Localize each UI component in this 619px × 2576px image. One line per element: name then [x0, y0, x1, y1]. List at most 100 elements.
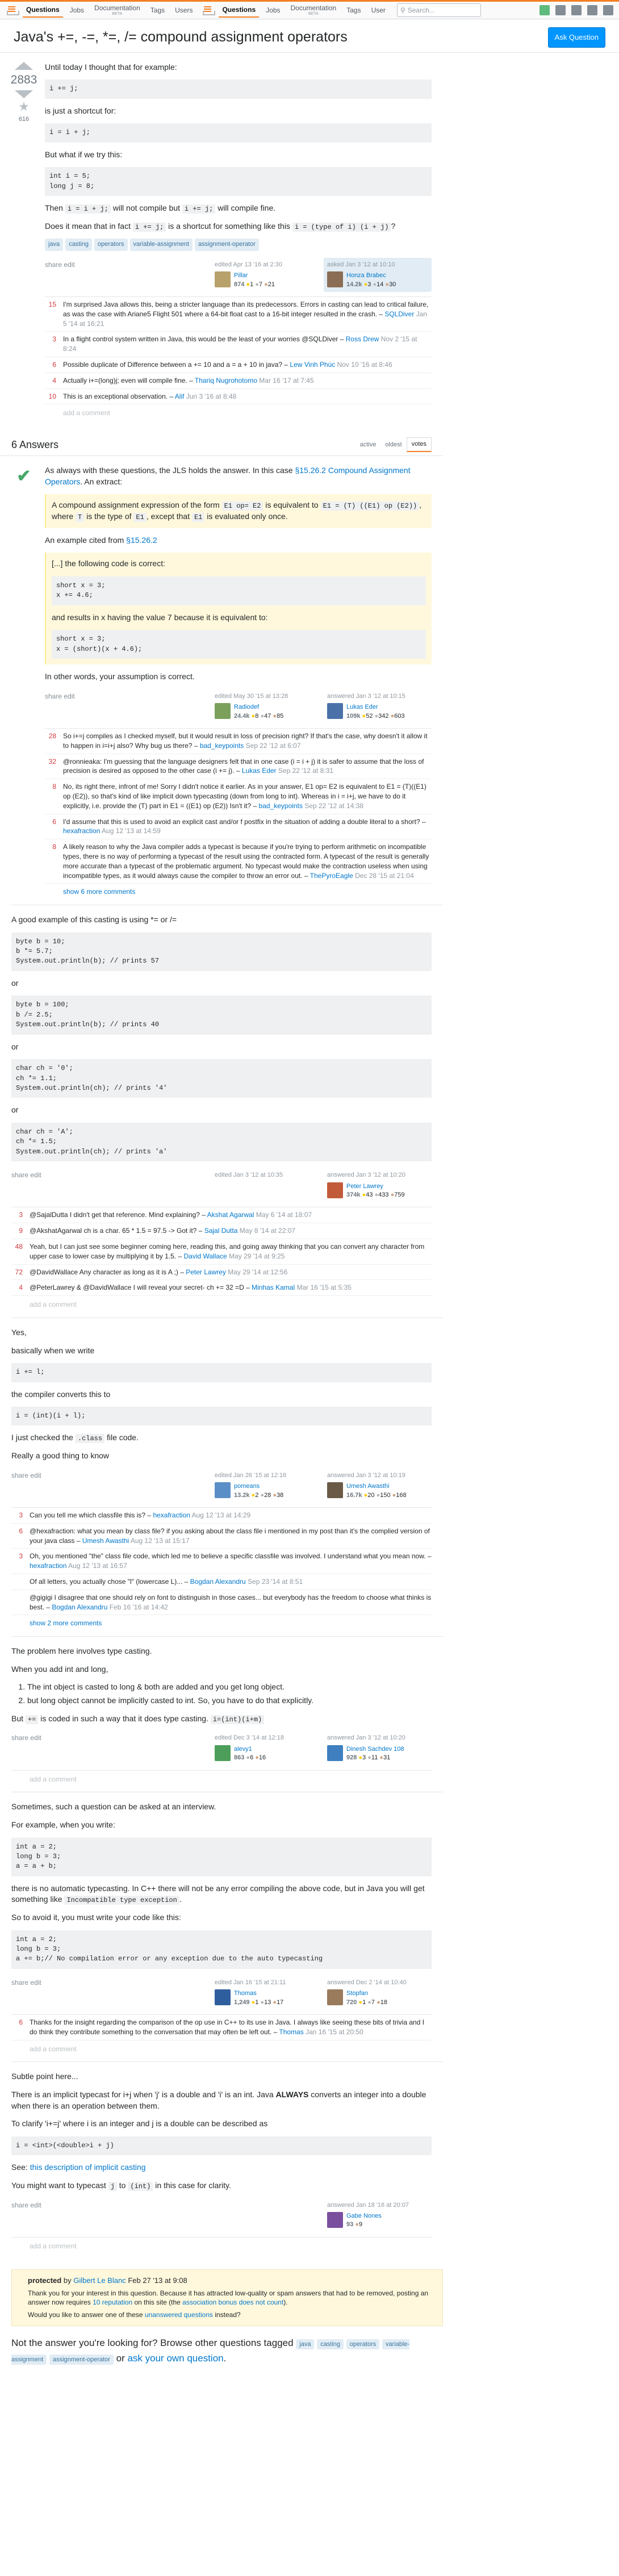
post-menu[interactable]: share edit: [45, 689, 207, 701]
comment-user[interactable]: bad_keypoints: [259, 802, 303, 810]
tag-operators[interactable]: operators: [346, 2339, 380, 2349]
nav-jobs-duplicate[interactable]: Jobs: [262, 3, 283, 17]
user-name[interactable]: alevy1: [234, 1745, 266, 1754]
downvote-icon[interactable]: [15, 90, 33, 98]
post-menu[interactable]: share edit: [11, 1168, 207, 1180]
user-name[interactable]: Pillar: [234, 271, 275, 280]
avatar[interactable]: [215, 703, 231, 720]
comment-user[interactable]: Bogdan Alexandru: [190, 1578, 246, 1586]
add-comment-link[interactable]: add a comment: [11, 2040, 432, 2056]
comment-user[interactable]: Akshat Agarwal: [207, 1211, 254, 1219]
post-menu[interactable]: share edit: [11, 1731, 207, 1743]
nav-questions[interactable]: Questions: [23, 3, 63, 18]
avatar[interactable]: [327, 1989, 343, 2006]
avatar[interactable]: [215, 1745, 231, 1761]
avatar[interactable]: [327, 271, 343, 288]
stackoverflow-logo[interactable]: [6, 4, 19, 16]
nav-jobs[interactable]: Jobs: [66, 3, 87, 17]
edited-link[interactable]: edited Jan 16 '15 at 21:11: [215, 1979, 316, 1987]
user-name[interactable]: Umesh Awasthi: [346, 1482, 407, 1491]
edited-link[interactable]: edited Jan 3 '12 at 10:35: [215, 1171, 316, 1180]
add-comment-link[interactable]: add a comment: [11, 1771, 432, 1787]
user-name[interactable]: pomeans: [234, 1482, 283, 1491]
comment-user[interactable]: Umesh Awasthi: [82, 1537, 129, 1545]
reputation-link[interactable]: 10 reputation: [93, 2298, 132, 2306]
nav-documentation[interactable]: Documentation BETA: [91, 1, 144, 19]
comment-user[interactable]: Bogdan Alexandru: [52, 1603, 107, 1611]
nav-tags-duplicate[interactable]: Tags: [343, 3, 364, 17]
comment-user[interactable]: hexafraction: [30, 1562, 66, 1570]
post-menu[interactable]: share edit: [11, 2198, 319, 2210]
post-menu[interactable]: share edit: [45, 258, 207, 270]
comment-user[interactable]: Lukas Eder: [242, 767, 277, 775]
avatar[interactable]: [215, 1482, 231, 1499]
comment-user[interactable]: Thomas: [279, 2028, 303, 2036]
avatar[interactable]: [215, 1989, 231, 2006]
tab-active[interactable]: active: [355, 438, 381, 451]
stackoverflow-logo-duplicate[interactable]: [202, 4, 216, 16]
comment-user[interactable]: hexafraction: [63, 827, 100, 835]
tag-variable-assignment[interactable]: variable-assignment: [129, 239, 193, 251]
nav-users-duplicate[interactable]: User: [368, 3, 389, 17]
user-name[interactable]: Thomas: [234, 1989, 283, 1998]
comment-user[interactable]: bad_keypoints: [200, 742, 244, 750]
user-name[interactable]: Dinesh Sachdev 108: [346, 1745, 404, 1754]
inbox-icon[interactable]: [555, 5, 566, 15]
add-comment-link[interactable]: add a comment: [11, 1296, 432, 1312]
ask-own-question-link[interactable]: ask your own question: [127, 2353, 223, 2364]
jls-link[interactable]: §15.26.2: [126, 536, 157, 545]
site-switcher-icon[interactable]: [603, 5, 613, 15]
user-name[interactable]: Stopfan: [346, 1989, 387, 1998]
show-more-comments-link[interactable]: show 6 more comments: [45, 884, 432, 899]
tag-java[interactable]: java: [296, 2339, 315, 2349]
nav-documentation-duplicate[interactable]: Documentation BETA: [287, 1, 340, 19]
search-input[interactable]: ⚲ Search...: [396, 3, 481, 17]
comment-user[interactable]: Lew Vinh Phúc: [290, 361, 335, 369]
edited-link[interactable]: edited Jan 26 '15 at 12:16: [215, 1471, 316, 1480]
page-title[interactable]: Java's +=, -=, *=, /= compound assignmen…: [14, 28, 548, 47]
avatar[interactable]: [539, 5, 550, 15]
tag-assignment-operator[interactable]: assignment-operator: [194, 239, 259, 251]
show-more-comments-link[interactable]: show 2 more comments: [11, 1615, 432, 1630]
comment-user[interactable]: David Wallace: [183, 1252, 227, 1260]
post-menu[interactable]: share edit: [11, 1976, 207, 1988]
help-icon[interactable]: [587, 5, 597, 15]
tag-casting[interactable]: casting: [65, 239, 93, 251]
favorite-star-icon[interactable]: ★: [18, 100, 30, 113]
comment-user[interactable]: Alif: [175, 392, 185, 400]
nav-questions-duplicate[interactable]: Questions: [219, 3, 260, 18]
avatar[interactable]: [327, 1482, 343, 1499]
nav-users[interactable]: Users: [172, 3, 196, 17]
comment-user[interactable]: Sajal Dutta: [204, 1227, 238, 1235]
add-comment-link[interactable]: add a comment: [45, 404, 432, 420]
upvote-icon[interactable]: [15, 61, 33, 70]
user-name[interactable]: Radiodef: [234, 703, 283, 712]
user-name[interactable]: Peter Lawrey: [346, 1182, 405, 1191]
ask-question-button[interactable]: Ask Question: [547, 27, 605, 48]
tag-java[interactable]: java: [45, 239, 64, 251]
nav-tags[interactable]: Tags: [147, 3, 168, 17]
unanswered-questions-link[interactable]: unanswered questions: [145, 2311, 213, 2319]
post-menu[interactable]: share edit: [11, 1469, 207, 1481]
achievements-icon[interactable]: [571, 5, 582, 15]
edited-link[interactable]: edited Dec 3 '14 at 12:18: [215, 1734, 316, 1742]
avatar[interactable]: [327, 1182, 343, 1198]
tag-casting[interactable]: casting: [317, 2339, 344, 2349]
user-name[interactable]: Lukas Eder: [346, 703, 405, 712]
protected-user-link[interactable]: Gilbert Le Blanc: [73, 2276, 126, 2285]
association-bonus-link[interactable]: association bonus does not count: [182, 2298, 283, 2306]
comment-user[interactable]: Ross Drew: [346, 335, 379, 343]
comment-user[interactable]: Minhas Kamal: [252, 1283, 295, 1291]
user-name[interactable]: Gabe Nones: [346, 2212, 382, 2220]
tag-assignment-operator[interactable]: assignment-operator: [49, 2354, 114, 2365]
comment-user[interactable]: SQLDiver: [384, 310, 414, 318]
comment-user[interactable]: Thariq Nugrohotomo: [195, 377, 257, 384]
user-name[interactable]: Honza Brabec: [346, 271, 396, 280]
tab-oldest[interactable]: oldest: [380, 438, 406, 451]
comment-user[interactable]: hexafraction: [153, 1511, 190, 1519]
comment-user[interactable]: ThePyroEagle: [310, 872, 353, 880]
tag-operators[interactable]: operators: [94, 239, 128, 251]
edited-link[interactable]: edited Apr 13 '16 at 2:30: [215, 261, 316, 269]
avatar[interactable]: [215, 271, 231, 288]
tab-votes[interactable]: votes: [406, 437, 432, 453]
